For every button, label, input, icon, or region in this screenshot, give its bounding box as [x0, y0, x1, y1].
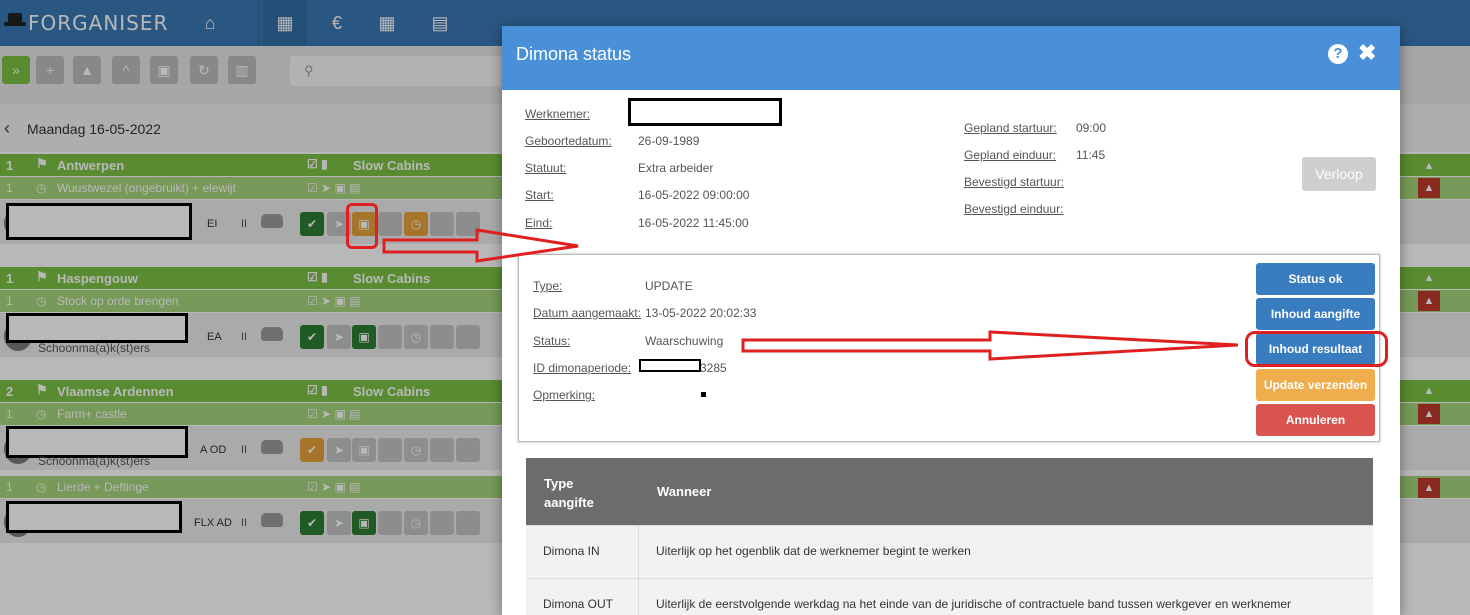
arrow-to-inhoud-resultaat: [741, 330, 1239, 361]
arrow-to-modal: [382, 228, 579, 263]
annotation-arrows: [382, 228, 1239, 361]
